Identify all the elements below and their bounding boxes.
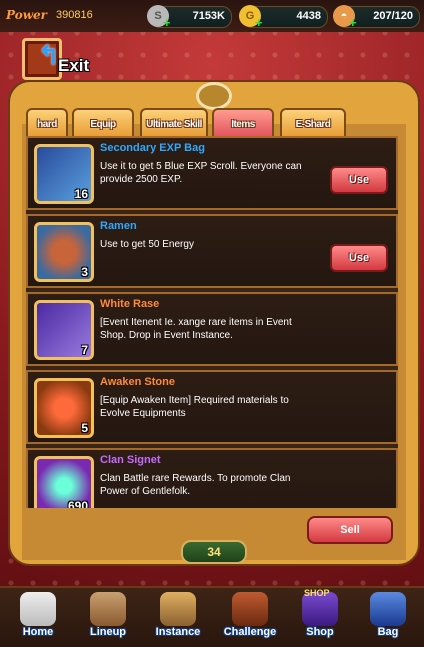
nav-label: Instance [155, 626, 201, 638]
bag-icon [370, 592, 406, 626]
use-button[interactable]: Use [330, 244, 388, 272]
gold-counter[interactable]: G + 4438 [239, 5, 328, 30]
item-description: Use to get 50 Energy [100, 239, 194, 250]
power-value: 390816 [56, 9, 93, 21]
energy-value: 207/120 [373, 10, 413, 22]
bag-tabs: hard Equip Ultimate Skill Items E-Shard [26, 108, 398, 140]
item-name: Ramen [100, 220, 137, 232]
exp-bag-icon: 16 [34, 144, 94, 204]
instance-icon [160, 592, 196, 626]
item-list[interactable]: 16 Secondary EXP Bag Use it to get 5 Blu… [26, 136, 398, 508]
silver-counter[interactable]: S + 7153K [147, 5, 232, 30]
item-description: Clan Battle rare Rewards. To promote Cla… [100, 473, 291, 497]
resource-bar: Power 390816 S + 7153K G + 4438 ◓ + 207/… [0, 0, 424, 32]
home-icon [20, 592, 56, 626]
item-description: [Event Itenent Ie. xange rare items in E… [100, 317, 292, 341]
item-name: Awaken Stone [100, 376, 175, 388]
nav-label: Lineup [89, 626, 127, 638]
nav-label: Challenge [223, 626, 277, 638]
exit-label: Exit [58, 56, 90, 75]
nav-lineup[interactable]: Lineup [78, 590, 138, 646]
bottom-nav: Home Lineup Instance Challenge SHOP Shop… [0, 586, 424, 647]
nav-label: Home [22, 626, 54, 638]
shop-badge: SHOP [304, 588, 330, 598]
item-name: Secondary EXP Bag [100, 142, 205, 154]
list-item[interactable]: 5 Awaken Stone [Equip Awaken Item] Requi… [26, 370, 398, 444]
energy-counter[interactable]: ◓ + 207/120 [333, 5, 420, 30]
use-button[interactable]: Use [330, 166, 388, 194]
gold-value: 4438 [296, 10, 321, 22]
add-silver-icon[interactable]: + [163, 15, 171, 30]
list-item[interactable]: 16 Secondary EXP Bag Use it to get 5 Blu… [26, 136, 398, 210]
list-item[interactable]: 3 Ramen Use to get 50 Energy Use [26, 214, 398, 288]
sell-button[interactable]: Sell [307, 516, 393, 544]
item-name: White Rase [100, 298, 160, 310]
item-quantity: 16 [74, 187, 88, 201]
item-name: Clan Signet [100, 454, 161, 466]
nav-label: Shop [306, 626, 334, 638]
silver-value: 7153K [192, 10, 225, 22]
item-quantity: 5 [81, 421, 88, 435]
nav-shop[interactable]: SHOP Shop [290, 588, 350, 646]
item-description: [Equip Awaken Item] Required materials t… [100, 395, 289, 419]
back-arrow-icon: ↰ [38, 40, 60, 70]
challenge-icon [232, 592, 268, 626]
item-quantity: 3 [81, 265, 88, 279]
nav-label: Bag [377, 626, 399, 638]
clan-signet-icon: 690 [34, 456, 94, 508]
exit-button[interactable]: ↰ Exit [18, 36, 98, 80]
tab-label: hard [37, 118, 57, 130]
nav-instance[interactable]: Instance [148, 590, 208, 646]
nav-home[interactable]: Home [8, 590, 68, 646]
add-gold-icon[interactable]: + [255, 15, 263, 30]
lineup-icon [90, 592, 126, 626]
item-quantity: 7 [81, 343, 88, 357]
nav-challenge[interactable]: Challenge [220, 590, 280, 646]
add-energy-icon[interactable]: + [349, 15, 357, 30]
tab-label: Equip [90, 118, 116, 130]
item-description: Use it to get 5 Blue EXP Scroll. Everyon… [100, 161, 302, 185]
list-item[interactable]: 7 White Rase [Event Itenent Ie. xange ra… [26, 292, 398, 366]
item-quantity: 690 [67, 499, 88, 508]
tab-label: Items [231, 118, 255, 130]
ramen-icon: 3 [34, 222, 94, 282]
list-item[interactable]: 690 Clan Signet Clan Battle rare Rewards… [26, 448, 398, 508]
awaken-stone-icon: 5 [34, 378, 94, 438]
power-label: Power [6, 8, 47, 22]
tab-label: Ultimate Skill [146, 118, 202, 130]
leaf-emblem-icon [196, 82, 232, 110]
item-count-badge: 34 [181, 540, 247, 564]
tab-label: E-Shard [295, 118, 331, 130]
white-rase-icon: 7 [34, 300, 94, 360]
nav-bag[interactable]: Bag [358, 590, 418, 646]
